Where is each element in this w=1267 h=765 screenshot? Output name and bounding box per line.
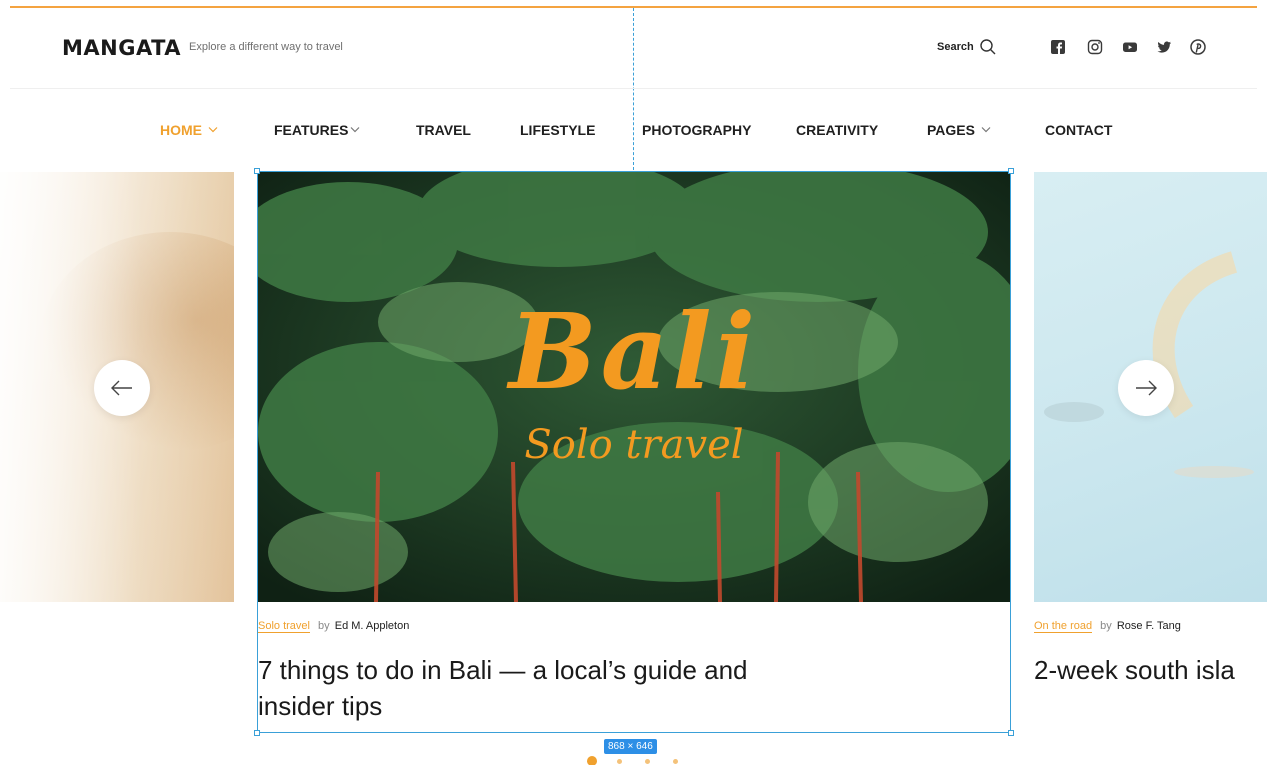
youtube-icon[interactable]	[1121, 38, 1139, 56]
search-icon[interactable]	[979, 38, 997, 56]
nav-travel[interactable]: TRAVEL	[416, 122, 471, 138]
featured-slide-image[interactable]: Bali Solo travel	[258, 172, 1010, 602]
arrow-left-icon	[111, 380, 132, 396]
nav-home[interactable]: HOME	[160, 122, 202, 138]
author-name[interactable]: Ed M. Appleton	[335, 620, 410, 632]
chevron-down-icon[interactable]	[981, 126, 991, 133]
pagination-dot[interactable]	[645, 759, 650, 764]
nav-lifestyle[interactable]: LIFESTYLE	[520, 122, 595, 138]
pagination-dot[interactable]	[673, 759, 678, 764]
category-link[interactable]: Solo travel	[258, 620, 310, 633]
center-guide-line	[633, 8, 634, 170]
slide-meta: Solo travel by Ed M. Appleton	[258, 620, 410, 633]
by-label: by	[1100, 620, 1112, 632]
nav-pages[interactable]: PAGES	[927, 122, 975, 138]
header-divider	[10, 88, 1257, 89]
nav-contact[interactable]: CONTACT	[1045, 122, 1112, 138]
resize-handle[interactable]	[254, 730, 260, 736]
slider-pagination	[587, 756, 683, 765]
chevron-down-icon[interactable]	[350, 126, 360, 133]
resize-handle[interactable]	[1008, 730, 1014, 736]
site-tagline: Explore a different way to travel	[189, 41, 343, 53]
next-slide-button[interactable]	[1118, 360, 1174, 416]
nav-creativity[interactable]: CREATIVITY	[796, 122, 878, 138]
headline-line: 7 things to do in Bali — a local’s guide…	[258, 655, 748, 685]
slide-headline[interactable]: 7 things to do in Bali — a local’s guide…	[258, 652, 1010, 724]
prev-slide-button[interactable]	[94, 360, 150, 416]
nav-features[interactable]: FEATURES	[274, 122, 348, 138]
slide-overlay-title: Bali	[508, 290, 760, 413]
next-slide-headline[interactable]: 2-week south isla	[1034, 652, 1267, 688]
arrow-right-icon	[1136, 380, 1157, 396]
by-label: by	[318, 620, 330, 632]
instagram-icon[interactable]	[1086, 38, 1104, 56]
author-name[interactable]: Rose F. Tang	[1117, 620, 1181, 632]
pagination-dot-active[interactable]	[587, 756, 597, 765]
twitter-icon[interactable]	[1155, 38, 1173, 56]
chevron-down-icon[interactable]	[208, 126, 218, 133]
category-link[interactable]: On the road	[1034, 620, 1093, 633]
next-slide-meta: On the road by Rose F. Tang	[1034, 620, 1181, 633]
size-badge: 868 × 646	[604, 739, 657, 754]
nav-photography[interactable]: PHOTOGRAPHY	[642, 122, 751, 138]
facebook-icon[interactable]	[1049, 38, 1067, 56]
pagination-dot[interactable]	[617, 759, 622, 764]
headline-line: insider tips	[258, 691, 383, 721]
pinterest-icon[interactable]	[1189, 38, 1207, 56]
site-logo[interactable]: MANGATA	[62, 36, 181, 60]
search-label[interactable]: Search	[937, 41, 974, 53]
slide-overlay-subtitle: Solo travel	[524, 422, 744, 468]
